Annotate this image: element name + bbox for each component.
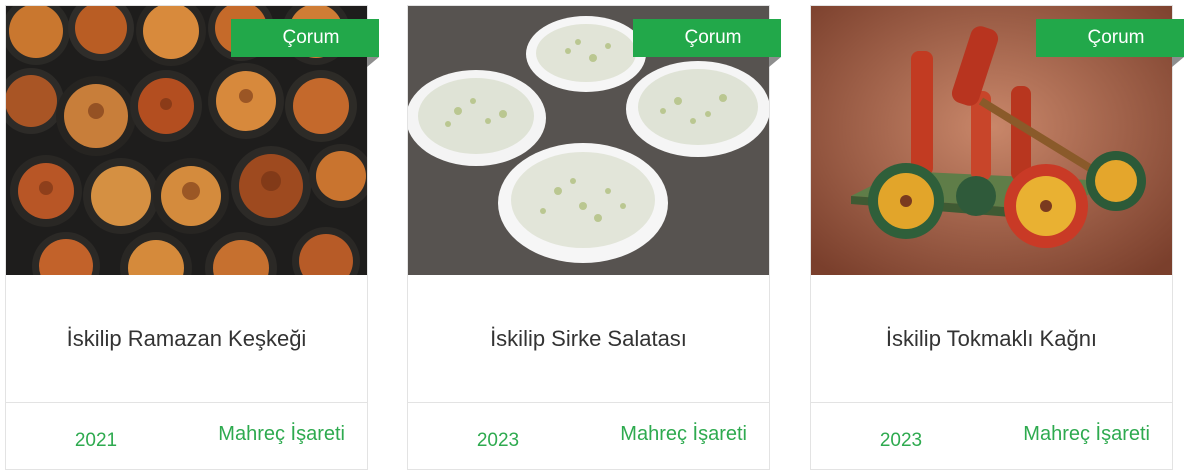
ribbon-fold bbox=[1172, 57, 1184, 67]
product-card[interactable]: Çorum İskilip Tokmaklı Kağnı 2023 Mahreç… bbox=[810, 5, 1184, 470]
indication-type: Mahreç İşareti bbox=[218, 422, 345, 445]
location-ribbon: Çorum bbox=[231, 19, 379, 57]
product-card[interactable]: Çorum İskilip Ramazan Keşkeği 2021 Mahre… bbox=[5, 5, 379, 470]
card-footer: 2023 Mahreç İşareti bbox=[408, 402, 769, 469]
card-footer: 2021 Mahreç İşareti bbox=[6, 402, 367, 469]
registration-year: 2023 bbox=[879, 430, 923, 451]
location-ribbon: Çorum bbox=[633, 19, 781, 57]
card-title[interactable]: İskilip Tokmaklı Kağnı bbox=[811, 275, 1172, 402]
location-label: Çorum bbox=[282, 27, 340, 48]
ribbon-fold bbox=[769, 57, 781, 67]
indication-type: Mahreç İşareti bbox=[620, 422, 747, 445]
card-title[interactable]: İskilip Ramazan Keşkeği bbox=[6, 275, 367, 402]
location-label: Çorum bbox=[1087, 27, 1145, 48]
card-title[interactable]: İskilip Sirke Salatası bbox=[408, 275, 769, 402]
product-card[interactable]: Çorum İskilip Sirke Salatası 2023 Mahreç… bbox=[407, 5, 781, 470]
indication-type: Mahreç İşareti bbox=[1023, 422, 1150, 445]
registration-year: 2023 bbox=[476, 430, 520, 451]
ribbon-fold bbox=[367, 57, 379, 67]
registration-year: 2021 bbox=[74, 430, 118, 451]
card-footer: 2023 Mahreç İşareti bbox=[811, 402, 1172, 469]
location-ribbon: Çorum bbox=[1036, 19, 1184, 57]
location-label: Çorum bbox=[684, 27, 742, 48]
